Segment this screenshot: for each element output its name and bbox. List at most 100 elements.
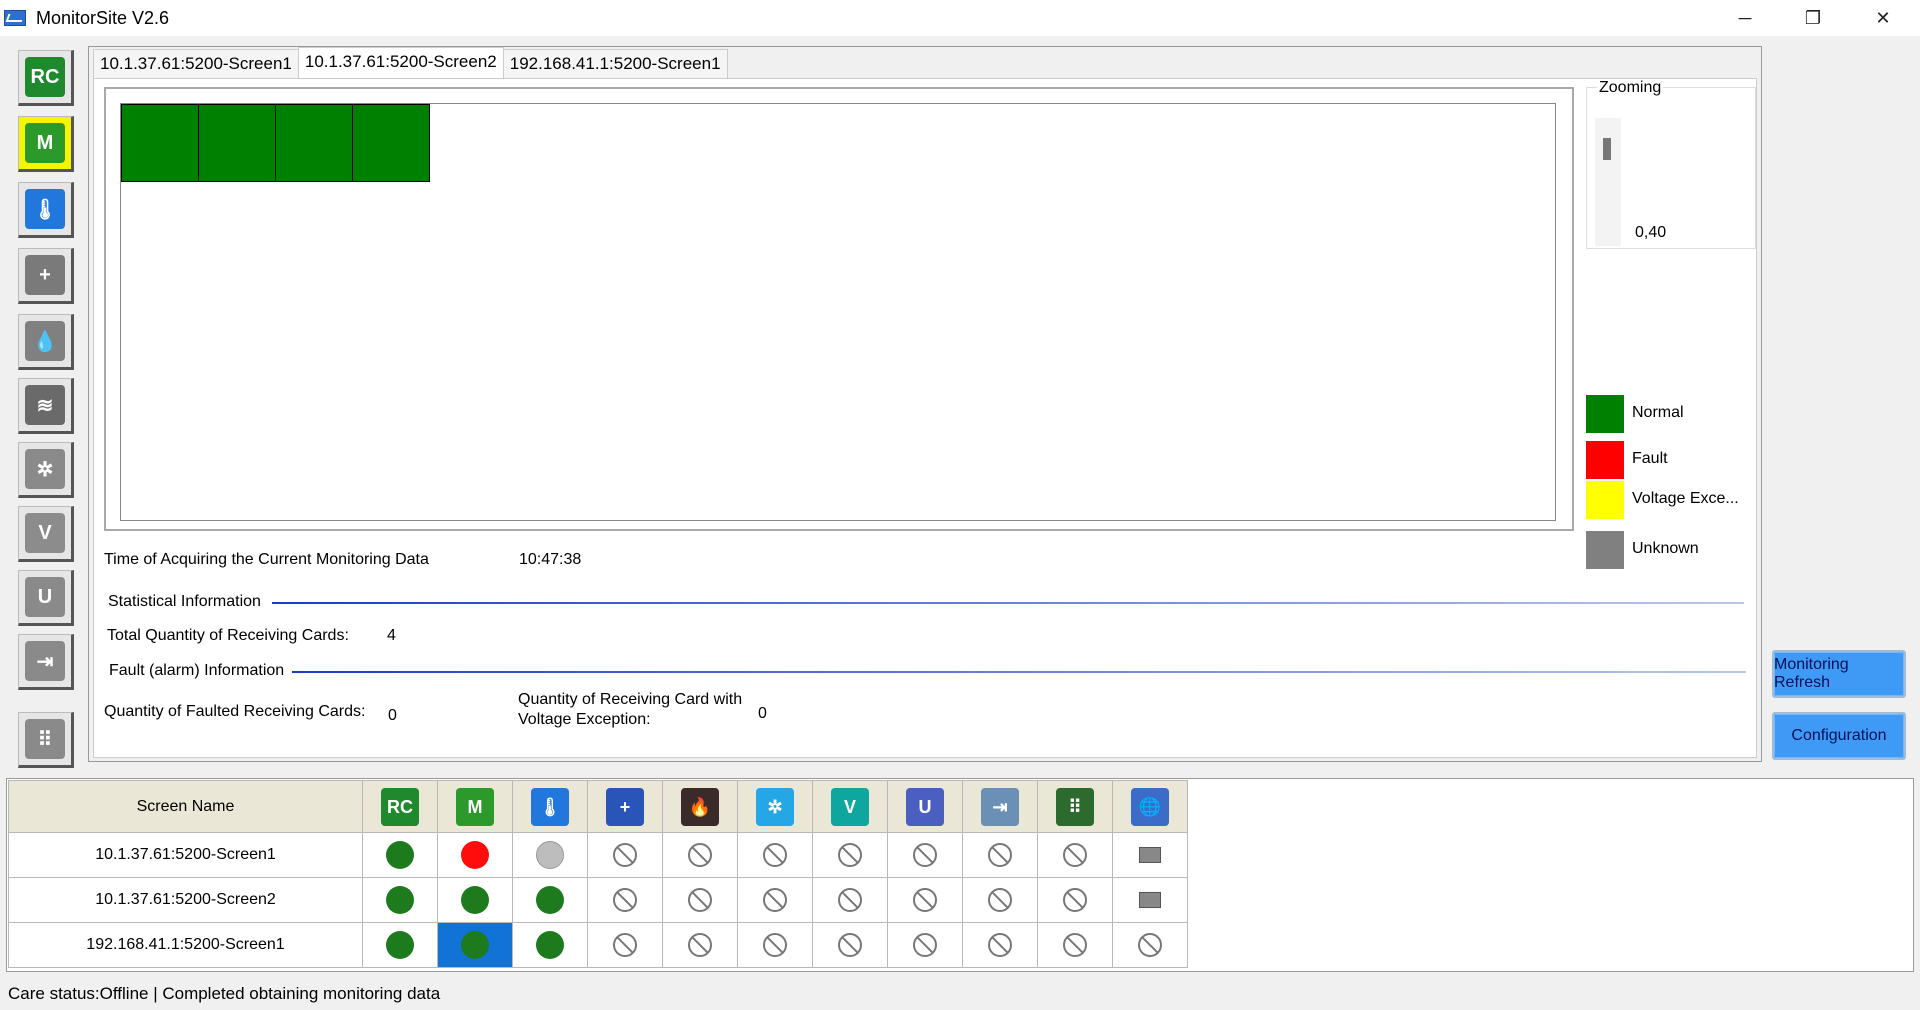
- status-cell[interactable]: [437, 922, 513, 968]
- legend-swatch: [1586, 531, 1624, 569]
- table-row[interactable]: 192.168.41.1:5200-Screen1: [8, 922, 1188, 968]
- legend-label: Normal: [1632, 404, 1684, 421]
- status-cell[interactable]: [587, 922, 663, 968]
- status-cell[interactable]: [887, 832, 963, 878]
- status-green-icon: [386, 931, 414, 959]
- not-applicable-icon: [913, 933, 937, 957]
- column-header-fan[interactable]: ✲: [737, 780, 813, 833]
- screen-name-cell[interactable]: 10.1.37.61:5200-Screen2: [8, 877, 363, 923]
- status-gray-icon: [536, 841, 564, 869]
- status-cell[interactable]: [812, 877, 888, 923]
- receiving-card-cell[interactable]: [121, 104, 199, 182]
- monitor-card-icon: +: [606, 787, 644, 826]
- column-header-module[interactable]: M: [437, 780, 513, 833]
- status-cell[interactable]: [962, 922, 1038, 968]
- screen-tabs: 10.1.37.61:5200-Screen1 10.1.37.61:5200-S…: [93, 47, 728, 79]
- screen-name-cell[interactable]: 10.1.37.61:5200-Screen1: [8, 832, 363, 878]
- not-applicable-icon: [838, 933, 862, 957]
- sidebar-humidity-button[interactable]: 💧: [18, 314, 74, 370]
- not-applicable-icon: [1063, 843, 1087, 867]
- configuration-button[interactable]: Configuration: [1772, 712, 1906, 760]
- status-cell[interactable]: [512, 832, 588, 878]
- status-cell[interactable]: [962, 877, 1038, 923]
- sidebar-voltage-button[interactable]: V: [18, 506, 74, 562]
- status-cell[interactable]: [1037, 877, 1113, 923]
- not-applicable-icon: [1063, 933, 1087, 957]
- tab-screen-1[interactable]: 10.1.37.61:5200-Screen1: [93, 49, 299, 79]
- column-header-door[interactable]: ⇥: [962, 780, 1038, 833]
- sidebar-smoke-button[interactable]: ≋: [18, 378, 74, 434]
- sidebar-module-button[interactable]: M: [18, 116, 74, 172]
- table-row[interactable]: 10.1.37.61:5200-Screen2: [8, 877, 1188, 923]
- legend-swatch: [1586, 395, 1624, 433]
- status-cell[interactable]: [662, 877, 738, 923]
- receiving-card-cell[interactable]: [198, 104, 276, 182]
- table-row[interactable]: 10.1.37.61:5200-Screen1: [8, 832, 1188, 878]
- not-applicable-icon: [763, 933, 787, 957]
- zoom-slider-thumb[interactable]: [1603, 138, 1611, 160]
- column-header-voltage[interactable]: V: [812, 780, 888, 833]
- status-cell[interactable]: [737, 922, 813, 968]
- status-cell[interactable]: [812, 832, 888, 878]
- fault-divider: [292, 671, 1746, 673]
- column-header-smoke[interactable]: 🔥: [662, 780, 738, 833]
- column-header-magnet[interactable]: U: [887, 780, 963, 833]
- status-green-icon: [461, 931, 489, 959]
- close-button[interactable]: ✕: [1848, 0, 1918, 36]
- status-cell[interactable]: [812, 922, 888, 968]
- status-cell[interactable]: [1037, 922, 1113, 968]
- sidebar-fan-button[interactable]: ✲: [18, 442, 74, 498]
- minimize-button[interactable]: ─: [1710, 0, 1780, 36]
- sidebar-monitor-card-button[interactable]: +: [18, 248, 74, 304]
- status-cell[interactable]: [587, 832, 663, 878]
- column-header-receiving-card[interactable]: RC: [362, 780, 438, 833]
- humidity-icon: 💧: [25, 321, 65, 361]
- zoom-label: Zooming: [1597, 79, 1664, 97]
- status-cell[interactable]: [1112, 832, 1188, 878]
- zoom-slider[interactable]: [1595, 118, 1621, 246]
- status-cell[interactable]: [887, 877, 963, 923]
- status-cell[interactable]: [587, 877, 663, 923]
- column-header-network[interactable]: 🌐: [1112, 780, 1188, 833]
- status-cell[interactable]: [362, 832, 438, 878]
- status-cell[interactable]: [887, 922, 963, 968]
- status-cell[interactable]: [512, 922, 588, 968]
- maximize-button[interactable]: ❐: [1778, 0, 1848, 36]
- status-cell[interactable]: [737, 877, 813, 923]
- status-cell[interactable]: [1112, 877, 1188, 923]
- screen-name-header[interactable]: Screen Name: [8, 780, 363, 833]
- column-header-led-panel[interactable]: ⠿: [1037, 780, 1113, 833]
- status-cell[interactable]: [1037, 832, 1113, 878]
- statistical-header: Statistical Information: [108, 593, 261, 610]
- zoom-value: 0,40: [1635, 224, 1667, 241]
- status-cell[interactable]: [662, 832, 738, 878]
- status-cell[interactable]: [1112, 922, 1188, 968]
- column-header-monitor-card[interactable]: +: [587, 780, 663, 833]
- status-cell[interactable]: [437, 832, 513, 878]
- sidebar-receiving-card-button[interactable]: RC: [18, 50, 74, 106]
- status-cell[interactable]: [362, 877, 438, 923]
- status-cell[interactable]: [962, 832, 1038, 878]
- status-cell[interactable]: [362, 922, 438, 968]
- legend-swatch: [1586, 481, 1624, 519]
- monitoring-refresh-button[interactable]: Monitoring Refresh: [1772, 650, 1906, 698]
- receiving-card-cell[interactable]: [352, 104, 430, 182]
- sidebar-temperature-button[interactable]: 🌡: [18, 182, 74, 238]
- receiving-card-cell[interactable]: [275, 104, 353, 182]
- screen-name-cell[interactable]: 192.168.41.1:5200-Screen1: [8, 922, 363, 968]
- sidebar-magnet-button[interactable]: U: [18, 570, 74, 626]
- sidebar-door-button[interactable]: ⇥: [18, 634, 74, 690]
- tab-screen-3[interactable]: 192.168.41.1:5200-Screen1: [502, 49, 728, 79]
- sidebar-led-panel-button[interactable]: ⠿: [18, 712, 74, 768]
- tab-screen-2[interactable]: 10.1.37.61:5200-Screen2: [297, 47, 504, 79]
- status-cell[interactable]: [512, 877, 588, 923]
- status-cell[interactable]: [662, 922, 738, 968]
- status-cell[interactable]: [737, 832, 813, 878]
- voltage-exception-label-2: Voltage Exception:: [518, 711, 651, 728]
- status-cell[interactable]: [437, 877, 513, 923]
- door-icon: ⇥: [981, 787, 1019, 826]
- not-applicable-icon: [688, 888, 712, 912]
- column-header-temperature[interactable]: 🌡: [512, 780, 588, 833]
- led-panel-icon: ⠿: [25, 719, 65, 759]
- voltage-exception-label: Quantity of Receiving Card with: [518, 691, 743, 708]
